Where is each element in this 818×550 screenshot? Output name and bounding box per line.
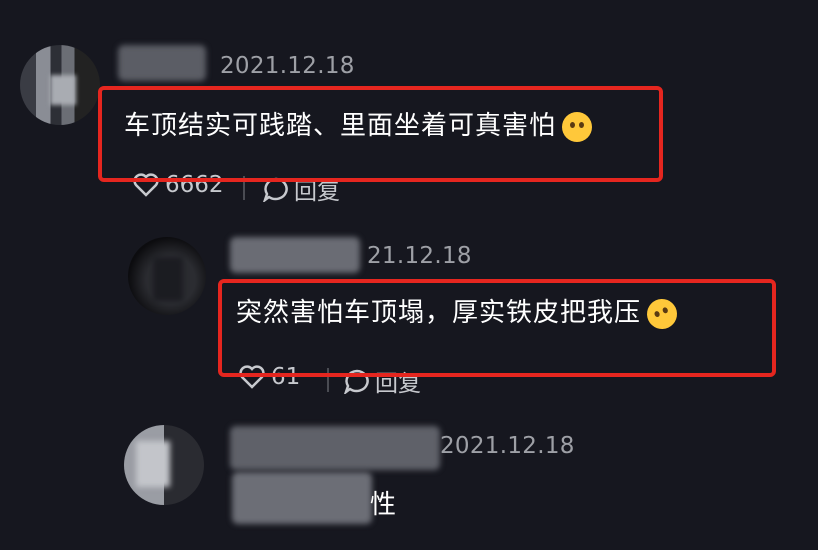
blurred-comment-text <box>232 472 372 524</box>
blurred-username <box>118 45 206 81</box>
user-avatar[interactable] <box>20 45 100 125</box>
comment-date: 2021.12.18 <box>220 53 355 79</box>
highlight-box <box>98 86 663 182</box>
highlight-box <box>218 279 776 377</box>
blurred-username <box>230 426 440 470</box>
user-avatar[interactable] <box>124 425 204 505</box>
blurred-username <box>230 237 360 273</box>
comment-text: 性 <box>370 490 398 520</box>
comment-date: 21.12.18 <box>367 243 472 269</box>
comment-date: 2021.12.18 <box>440 433 575 459</box>
user-avatar[interactable] <box>128 237 206 315</box>
